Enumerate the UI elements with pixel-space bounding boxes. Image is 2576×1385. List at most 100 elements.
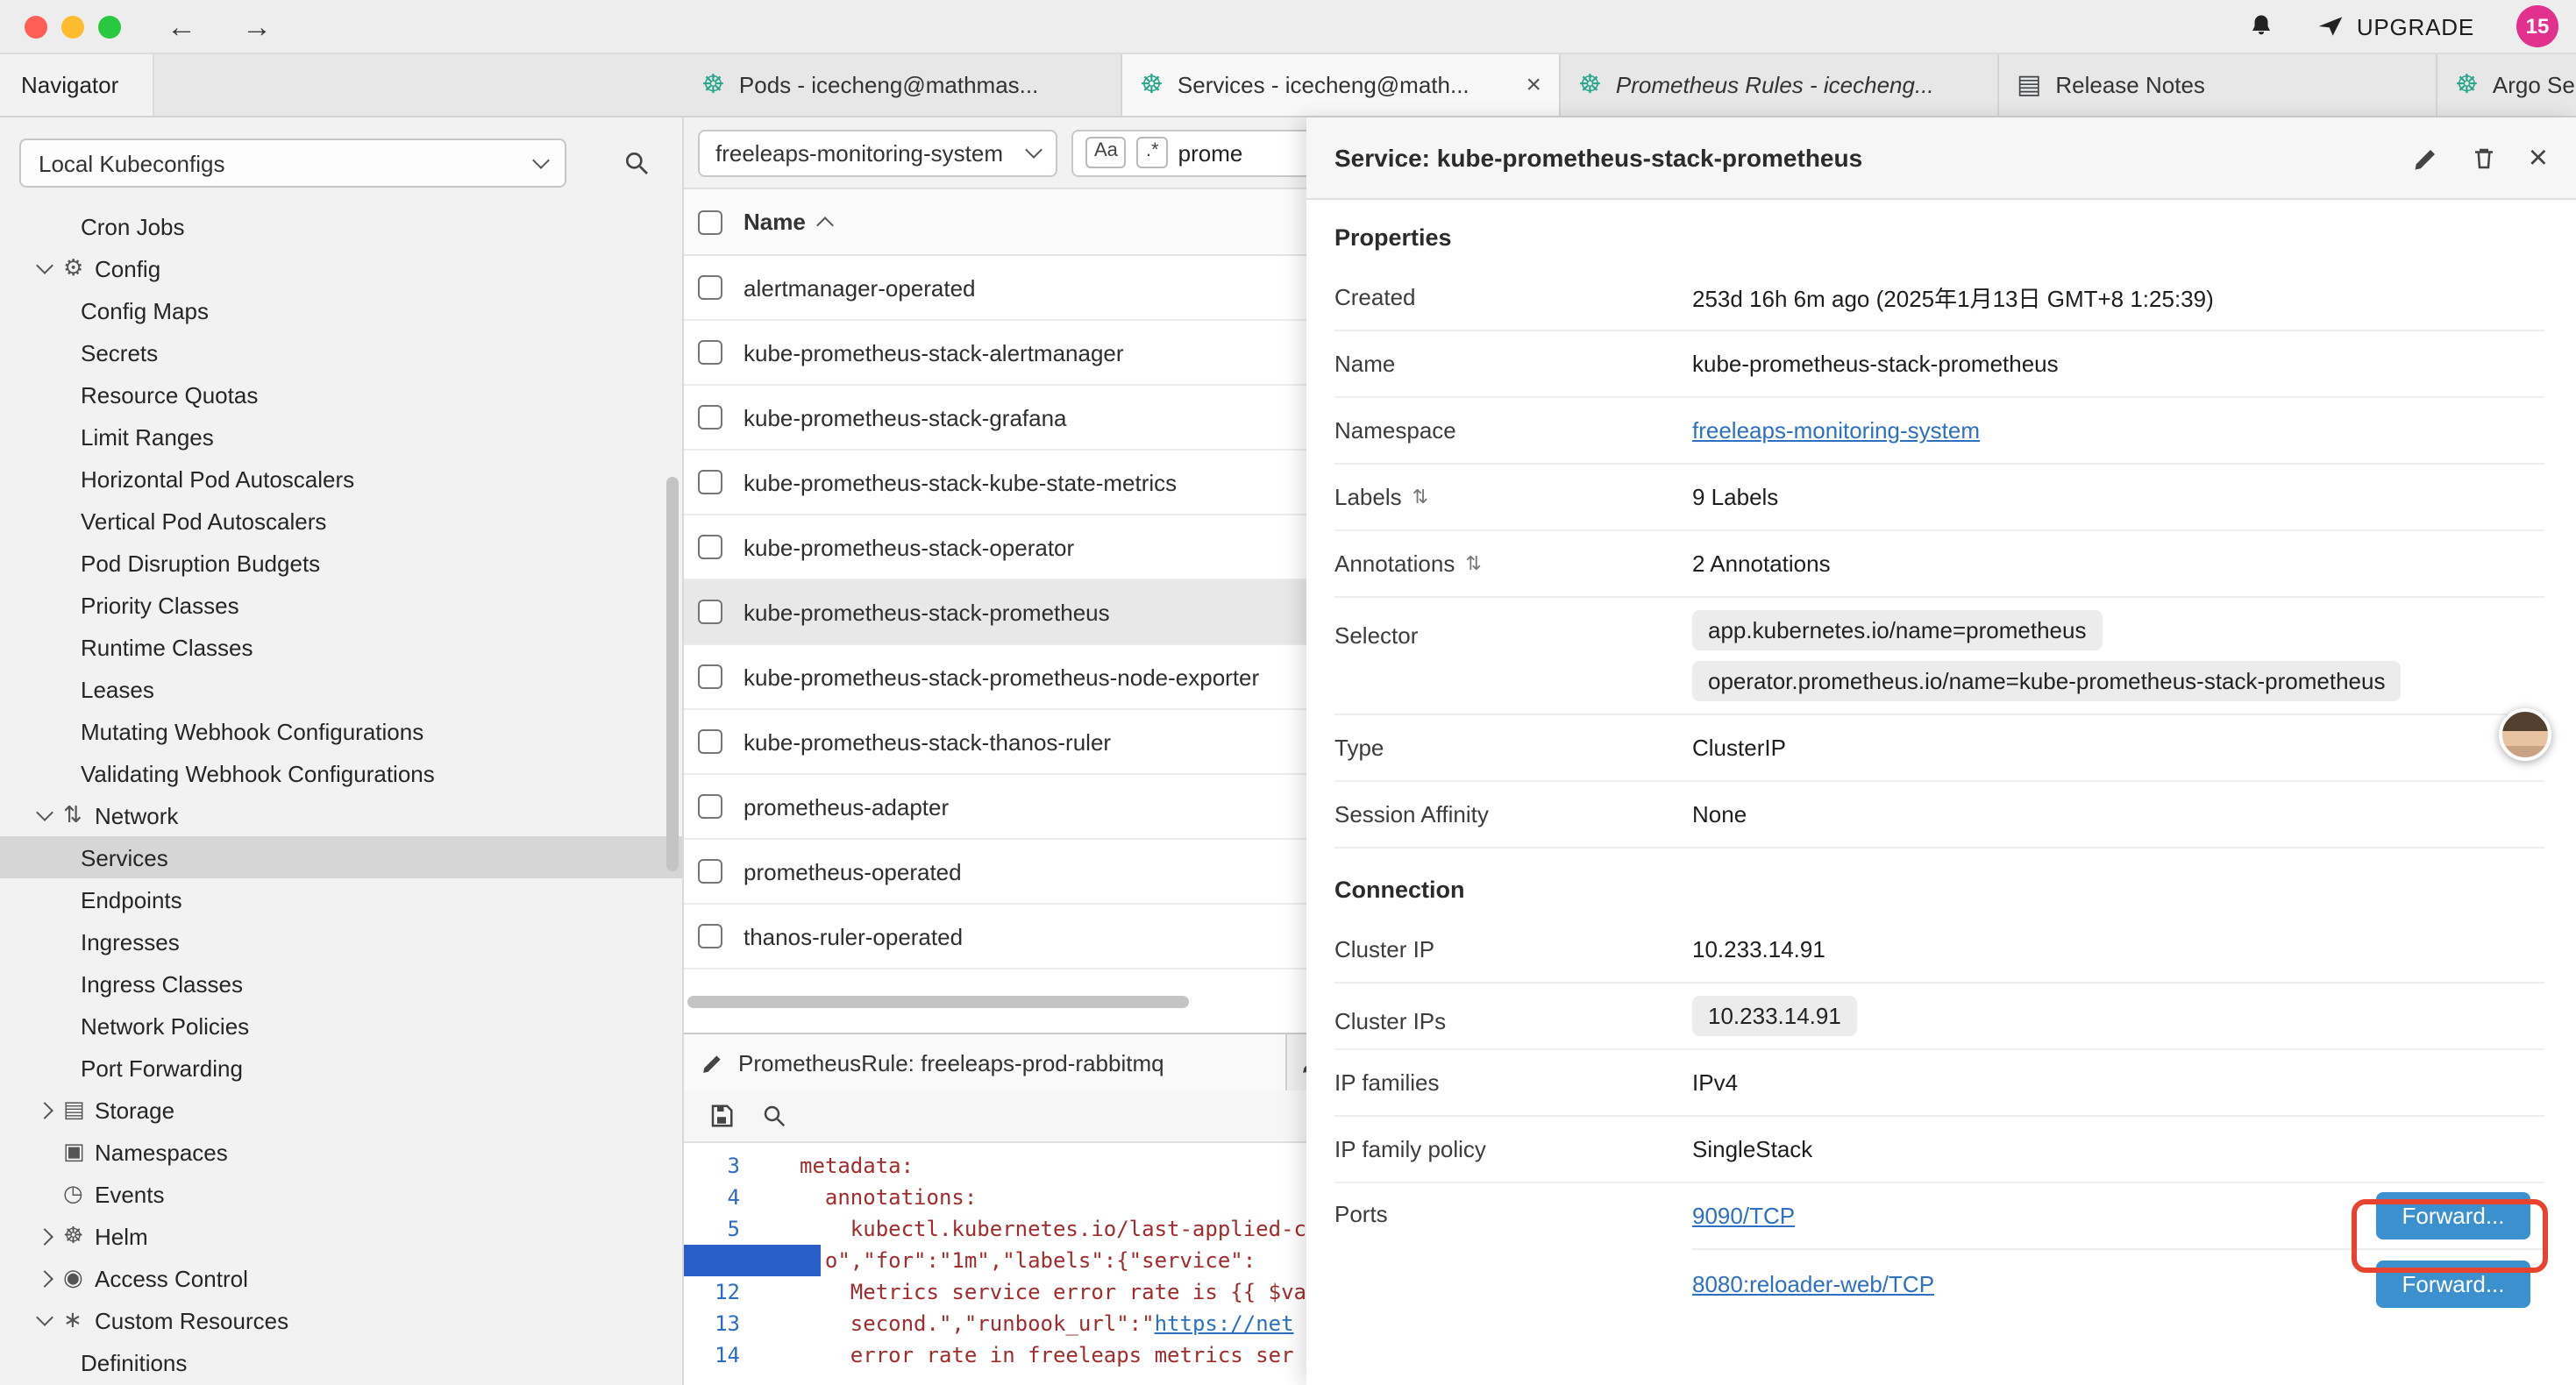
forward-icon[interactable]: → — [242, 11, 272, 41]
navigator-tab[interactable]: Navigator — [0, 54, 154, 116]
close-tab-icon[interactable]: × — [1526, 70, 1541, 100]
sidebar-item-definitions[interactable]: Definitions — [0, 1341, 682, 1383]
row-label: Cluster IPs — [1334, 984, 1692, 1034]
sidebar-item-horizontal-pod-autoscalers[interactable]: Horizontal Pod Autoscalers — [0, 458, 682, 500]
code-text: annotations: — [754, 1182, 977, 1213]
section-heading: Connection — [1334, 877, 2548, 903]
row-checkbox[interactable] — [698, 600, 722, 624]
sidebar-item-pod-disruption-budgets[interactable]: Pod Disruption Budgets — [0, 542, 682, 584]
sidebar-item-label: Definitions — [81, 1349, 187, 1375]
sidebar-item-events[interactable]: ◷Events — [0, 1173, 682, 1215]
row-checkbox[interactable] — [698, 405, 722, 430]
row-checkbox[interactable] — [698, 275, 722, 300]
sidebar-item-config[interactable]: ⚙Config — [0, 247, 682, 289]
row-checkbox[interactable] — [698, 859, 722, 884]
row-label: Cluster IP — [1334, 936, 1692, 962]
sidebar-item-runtime-classes[interactable]: Runtime Classes — [0, 626, 682, 668]
sidebar-item-limit-ranges[interactable]: Limit Ranges — [0, 416, 682, 458]
caret-icon — [39, 265, 63, 272]
drawer-row-name: Namekube-prometheus-stack-prometheus — [1334, 331, 2544, 398]
row-checkbox[interactable] — [698, 729, 722, 754]
floating-avatar[interactable] — [2499, 708, 2551, 761]
drawer-row-created: Created253d 16h 6m ago (2025年1月13日 GMT+8… — [1334, 265, 2544, 331]
sidebar-scrollbar[interactable] — [666, 477, 679, 871]
drawer-row-type: TypeClusterIP — [1334, 715, 2544, 782]
sidebar-item-port-forwarding[interactable]: Port Forwarding — [0, 1047, 682, 1089]
sidebar-item-label: Validating Webhook Configurations — [81, 760, 435, 786]
kubeconfig-select-value: Local Kubeconfigs — [39, 150, 225, 176]
trash-icon[interactable] — [2471, 145, 2497, 171]
sidebar-item-priority-classes[interactable]: Priority Classes — [0, 584, 682, 626]
minimize-window-button[interactable] — [61, 15, 84, 38]
sidebar-item-helm[interactable]: ☸Helm — [0, 1215, 682, 1257]
sidebar-item-storage[interactable]: ▤Storage — [0, 1089, 682, 1131]
sidebar-item-network-policies[interactable]: Network Policies — [0, 1005, 682, 1047]
sidebar-item-vertical-pod-autoscalers[interactable]: Vertical Pod Autoscalers — [0, 500, 682, 542]
sidebar-item-validating-webhook-configurations[interactable]: Validating Webhook Configurations — [0, 752, 682, 794]
sidebar-item-custom-resources[interactable]: ∗Custom Resources — [0, 1299, 682, 1341]
close-window-button[interactable] — [25, 15, 47, 38]
search-icon[interactable] — [623, 149, 651, 177]
select-all-checkbox[interactable] — [698, 210, 722, 234]
upgrade-button[interactable]: UPGRADE — [2316, 13, 2474, 39]
row-checkbox[interactable] — [698, 535, 722, 559]
edit-icon[interactable] — [2413, 145, 2439, 171]
port-link[interactable]: 8080:reloader-web/TCP — [1692, 1270, 1934, 1296]
kubernetes-icon: ☸ — [2455, 72, 2479, 98]
row-checkbox[interactable] — [698, 340, 722, 365]
sidebar-item-ingresses[interactable]: Ingresses — [0, 920, 682, 962]
save-icon[interactable] — [708, 1103, 735, 1129]
zoom-window-button[interactable] — [98, 15, 121, 38]
sidebar-item-cron-jobs[interactable]: Cron Jobs — [0, 205, 682, 247]
window-controls — [25, 15, 121, 38]
back-icon[interactable]: ← — [167, 11, 196, 41]
sidebar-item-ingress-classes[interactable]: Ingress Classes — [0, 962, 682, 1005]
drawer-row-namespace: Namespacefreeleaps-monitoring-system — [1334, 398, 2544, 465]
tab-release-notes[interactable]: ▤Release Notes — [1999, 54, 2437, 116]
row-checkbox[interactable] — [698, 664, 722, 689]
sidebar-item-resource-quotas[interactable]: Resource Quotas — [0, 373, 682, 416]
port-link[interactable]: 9090/TCP — [1692, 1203, 1795, 1229]
tab-argo-se[interactable]: ☸Argo Se — [2437, 54, 2576, 116]
kubernetes-icon: ☸ — [1578, 72, 1602, 98]
tab-services-icecheng-math[interactable]: ☸Services - icecheng@math...× — [1122, 54, 1561, 116]
sidebar-item-leases[interactable]: Leases — [0, 668, 682, 710]
sidebar-item-namespaces[interactable]: ▣Namespaces — [0, 1131, 682, 1173]
sidebar-item-label: Services — [81, 844, 168, 870]
row-label: Session Affinity — [1334, 801, 1692, 827]
row-value: app.kubernetes.io/name=prometheusoperato… — [1692, 598, 2544, 714]
tab-pods-icecheng-mathmas[interactable]: ☸Pods - icecheng@mathmas... — [684, 54, 1122, 116]
row-value: freeleaps-monitoring-system — [1692, 417, 2544, 444]
sidebar-item-config-maps[interactable]: Config Maps — [0, 289, 682, 331]
notification-count-badge[interactable]: 15 — [2516, 5, 2558, 47]
row-label: IP families — [1334, 1069, 1692, 1096]
regex-toggle[interactable]: .* — [1137, 138, 1168, 167]
code-text: second.","runbook_url":"https://net — [754, 1308, 1294, 1339]
upgrade-label: UPGRADE — [2357, 13, 2474, 39]
tab-prometheus-rules-icecheng[interactable]: ☸Prometheus Rules - icecheng... — [1561, 54, 1999, 116]
sidebar-item-endpoints[interactable]: Endpoints — [0, 878, 682, 920]
sidebar-item-services[interactable]: Services — [0, 836, 682, 878]
close-icon[interactable]: × — [2529, 141, 2548, 174]
line-number: 12 — [684, 1276, 754, 1308]
namespace-select[interactable]: freeleaps-monitoring-system — [698, 129, 1057, 176]
sidebar-item-secrets[interactable]: Secrets — [0, 331, 682, 373]
match-case-toggle[interactable]: Aa — [1085, 138, 1127, 167]
dock-tab-prometheusrule[interactable]: PrometheusRule: freeleaps-prod-rabbitmq — [684, 1034, 1287, 1090]
row-checkbox[interactable] — [698, 794, 722, 819]
namespace-link[interactable]: freeleaps-monitoring-system — [1692, 417, 1980, 444]
storage-icon: ▤ — [63, 1096, 95, 1124]
unfold-more-icon[interactable]: ⇅ — [1465, 552, 1481, 575]
unfold-more-icon[interactable]: ⇅ — [1413, 486, 1428, 508]
search-icon[interactable] — [761, 1103, 787, 1129]
code-link[interactable]: https://net — [1155, 1311, 1294, 1336]
sidebar-item-access-control[interactable]: ◉Access Control — [0, 1257, 682, 1299]
name-column-header[interactable]: Name — [744, 209, 832, 235]
sidebar-item-mutating-webhook-configurations[interactable]: Mutating Webhook Configurations — [0, 710, 682, 752]
sidebar-item-network[interactable]: ⇅Network — [0, 794, 682, 836]
bell-icon[interactable] — [2248, 12, 2274, 40]
row-checkbox[interactable] — [698, 924, 722, 948]
kubeconfig-select[interactable]: Local Kubeconfigs — [19, 138, 566, 188]
horizontal-scrollbar[interactable] — [687, 996, 1189, 1008]
row-checkbox[interactable] — [698, 470, 722, 494]
